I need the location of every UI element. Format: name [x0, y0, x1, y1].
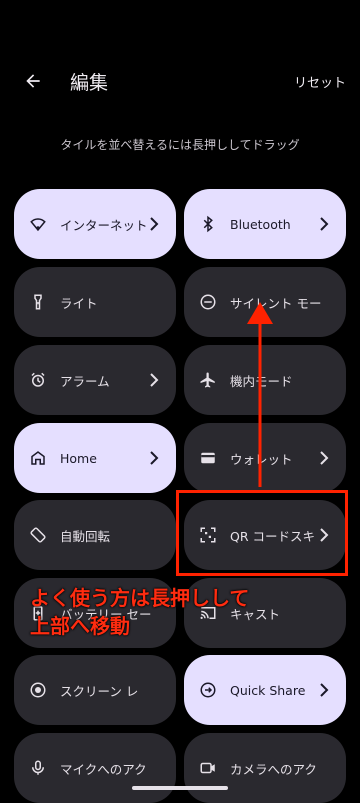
- annotation-line-1: よく使う方は長押しして: [30, 586, 250, 610]
- home-indicator[interactable]: [132, 786, 228, 790]
- annotation-line-2: 上部へ移動: [30, 614, 130, 638]
- annotation-text: よく使う方は長押しして 上部へ移動: [30, 584, 350, 640]
- annotation-arrow: [247, 302, 273, 487]
